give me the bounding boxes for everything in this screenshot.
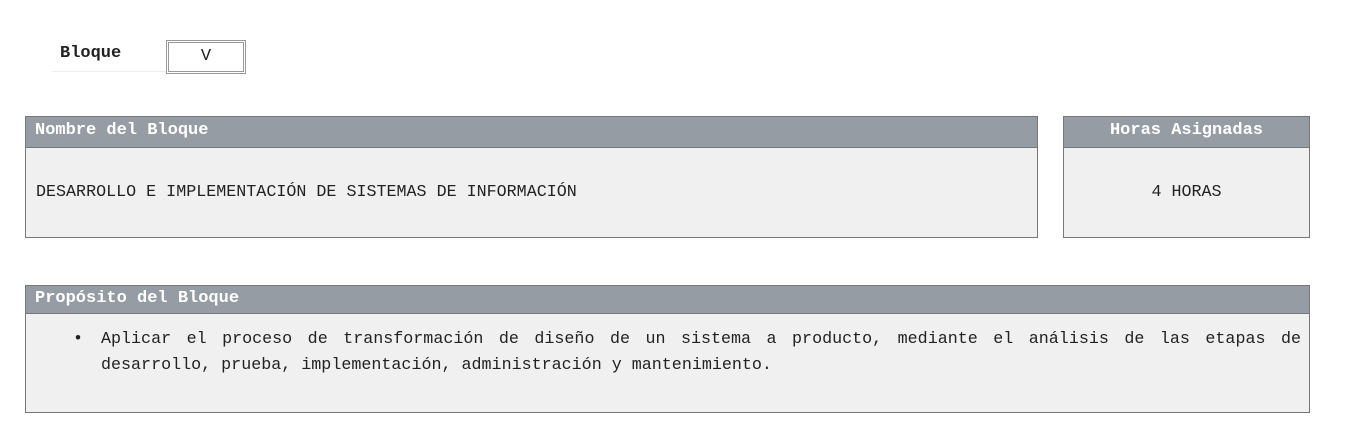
bloque-value: V [166,40,246,74]
proposito-table: Propósito del Bloque Aplicar el proceso … [25,285,1310,413]
divider [52,71,166,72]
horas-value: 4 HORAS [1151,183,1222,202]
nombre-value: DESARROLLO E IMPLEMENTACIÓN DE SISTEMAS … [36,183,577,202]
proposito-header: Propósito del Bloque [26,286,1309,314]
proposito-list: Aplicar el proceso de transformación de … [26,327,1309,379]
list-item: Aplicar el proceso de transformación de … [73,327,1309,379]
bloque-label: Bloque [60,44,122,63]
nombre-header: Nombre del Bloque [26,117,1037,148]
horas-table: Horas Asignadas 4 HORAS [1063,116,1310,238]
horas-header: Horas Asignadas [1064,117,1309,148]
nombre-table: Nombre del Bloque DESARROLLO E IMPLEMENT… [25,116,1038,238]
